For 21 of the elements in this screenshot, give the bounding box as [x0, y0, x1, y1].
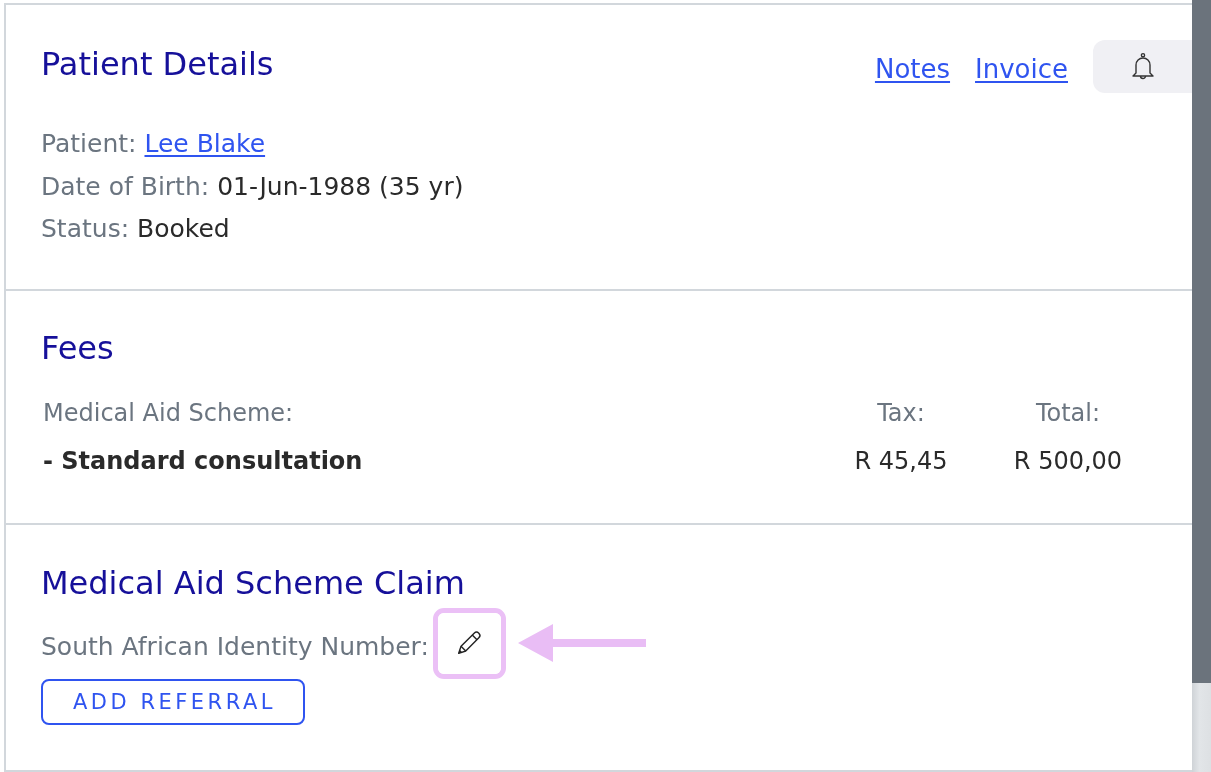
section-title: Patient Details — [41, 44, 274, 83]
table-cell-text: R 45,45 — [853, 446, 949, 475]
table-cell-text: - Standard consultation — [43, 446, 364, 475]
field-label: Date of Birth: — [41, 171, 210, 201]
patient-link[interactable]: Lee Blake — [144, 129, 266, 158]
section-title: Fees — [41, 328, 115, 367]
add-referral-button[interactable]: ADD REFERRAL — [41, 678, 305, 725]
column-header: Total: — [1034, 398, 1102, 427]
column-header: Medical Aid Scheme: — [43, 398, 295, 427]
section-title: Medical Aid Scheme Claim — [41, 563, 466, 602]
field-label: Patient: — [41, 129, 137, 158]
table-cell-text: R 500,00 — [1012, 446, 1124, 475]
header-link[interactable]: Notes — [874, 52, 951, 85]
field-value: 01-Jun-1988 (35 yr) — [217, 171, 464, 201]
header-link[interactable]: Invoice — [975, 52, 1068, 85]
notification-button[interactable] — [1093, 40, 1192, 93]
bell-icon — [1129, 51, 1156, 82]
column-header: Tax: — [876, 398, 926, 427]
field-label: Status: — [41, 214, 130, 243]
field-label: South African Identity Number: — [41, 631, 429, 661]
field-value: Booked — [137, 214, 230, 243]
